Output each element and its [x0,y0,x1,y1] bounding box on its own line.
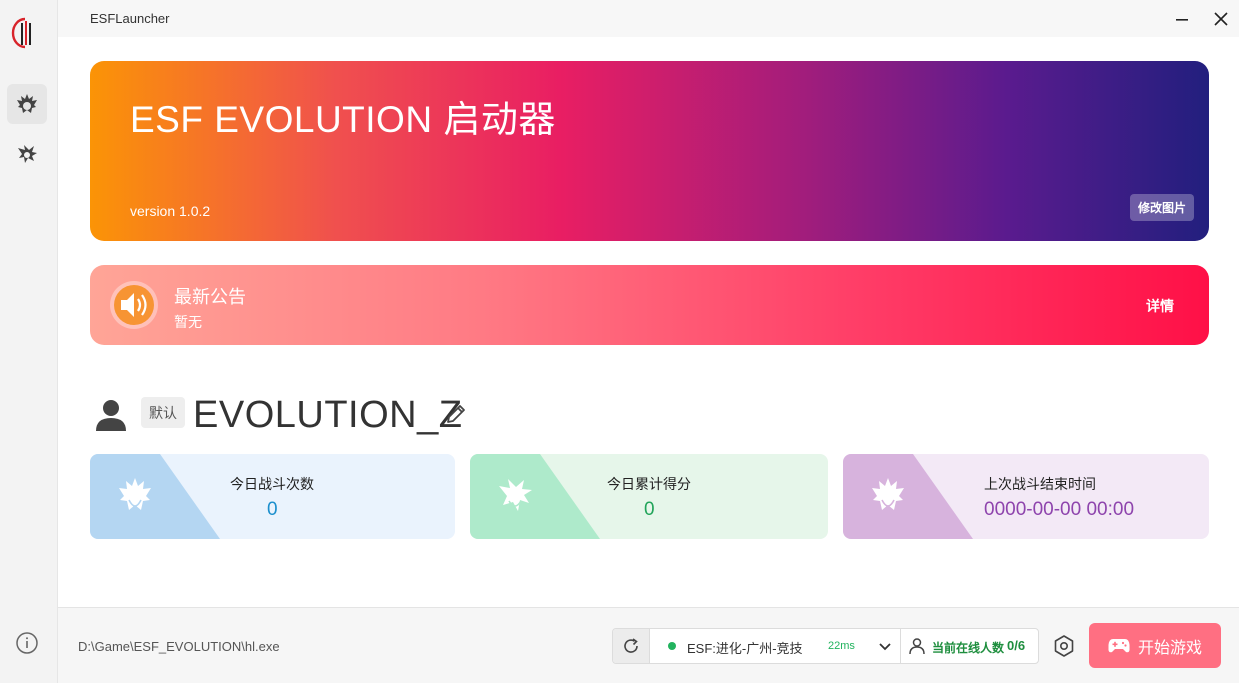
stat-card-score-today: 今日累计得分 0 [470,454,828,539]
card-accent [843,454,973,539]
flame-hair-icon [872,478,904,510]
user-outline-icon [909,638,925,655]
server-ping: 22ms [828,640,855,652]
username: EVOLUTION_Z [193,394,463,436]
app-title: ESFLauncher [90,11,170,26]
info-icon[interactable] [15,631,39,655]
nav-fighter-1[interactable] [7,84,47,124]
minimize-button[interactable] [1171,8,1193,30]
stat-value: 0 [644,499,655,520]
refresh-button[interactable] [613,629,650,663]
announcement-bar: 最新公告 暂无 详情 [90,265,1209,345]
stat-value: 0000-00-00 00:00 [984,499,1135,520]
banner-title: ESF EVOLUTION 启动器 [130,99,556,140]
online-players-label: 当前在线人数 [932,641,1005,655]
footer-bar: D:\Game\ESF_EVOLUTION\hl.exe ESF:进化-广州-竞… [58,607,1239,683]
stat-label: 今日累计得分 [607,476,691,492]
announcement-detail-link[interactable]: 详情 [1146,296,1174,316]
game-path: D:\Game\ESF_EVOLUTION\hl.exe [78,639,280,654]
hero-banner: ESF EVOLUTION 启动器 version 1.0.2 修改图片 [90,61,1209,241]
user-badge: 默认 [141,397,185,428]
sidebar [0,0,58,683]
card-accent [470,454,600,539]
chevron-down-icon[interactable] [875,636,895,656]
close-icon [1214,12,1228,26]
stat-value: 0 [267,499,278,520]
announcement-text: 暂无 [174,314,202,330]
spiky-hair-icon [18,145,37,163]
nav-fighter-2[interactable] [7,134,47,174]
divider [900,629,901,663]
gamepad-icon [1108,638,1130,652]
flame-hair-icon [119,478,151,510]
card-accent [90,454,220,539]
stat-card-battles-today: 今日战斗次数 0 [90,454,455,539]
logo-icon [11,17,31,49]
server-selector[interactable]: ESF:进化-广州-竞技 22ms 当前在线人数 0/6 [612,628,1039,664]
user-profile: 默认 EVOLUTION_Z [90,392,690,436]
stat-label: 今日战斗次数 [230,476,314,492]
server-status-dot [668,642,676,650]
settings-icon[interactable] [1052,634,1076,658]
spiky-hair-icon [499,479,532,511]
speaker-icon [110,281,158,329]
titlebar: ESFLauncher [58,0,1239,37]
start-game-label: 开始游戏 [1137,639,1202,657]
announcement-title: 最新公告 [174,287,246,307]
user-icon [96,400,126,431]
edit-pencil-icon[interactable] [444,402,468,426]
refresh-icon [624,638,638,653]
minimize-icon [1176,19,1188,21]
stat-label: 上次战斗结束时间 [984,476,1096,492]
stat-card-last-battle-time: 上次战斗结束时间 0000-00-00 00:00 [843,454,1209,539]
online-players-count: 0/6 [1007,638,1026,653]
version-label: version 1.0.2 [130,203,211,219]
change-image-button[interactable]: 修改图片 [1130,194,1194,221]
start-game-button[interactable]: 开始游戏 [1089,623,1221,668]
close-button[interactable] [1210,8,1232,30]
server-name: ESF:进化-广州-竞技 [687,641,803,656]
flame-hair-icon [17,94,37,113]
